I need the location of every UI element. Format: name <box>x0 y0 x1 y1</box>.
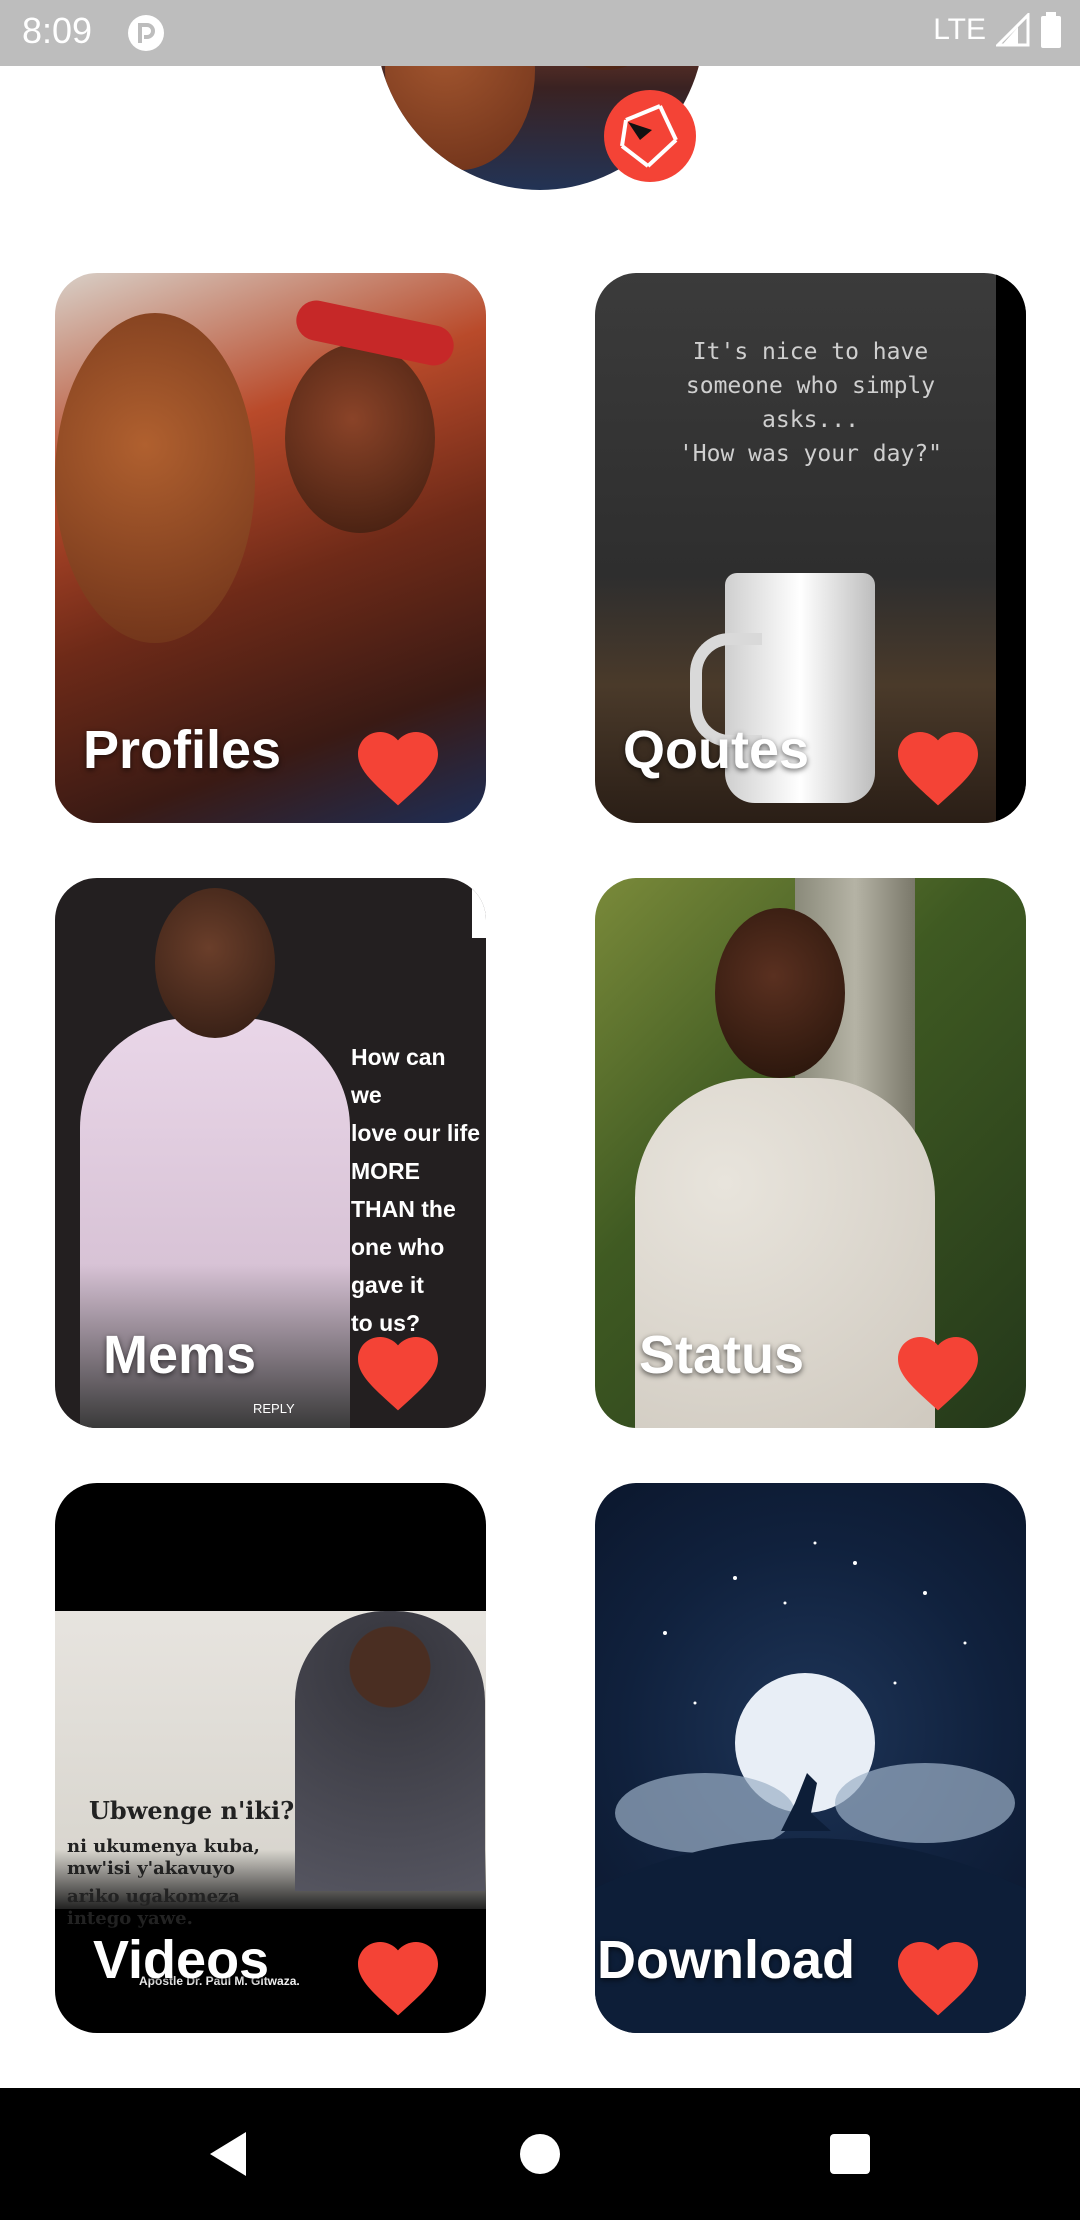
card-videos[interactable]: Ubwenge n'iki? ni ukumenya kuba, mw'isi … <box>55 1483 486 2033</box>
home-icon[interactable] <box>512 2126 568 2182</box>
card-label: Profiles <box>83 720 282 780</box>
videos-thumbnail: Ubwenge n'iki? ni ukumenya kuba, mw'isi … <box>55 1611 486 1988</box>
card-label: Videos <box>93 1930 270 1990</box>
heart-icon[interactable] <box>350 1324 446 1414</box>
promo-title: Ubwenge n'iki? <box>89 1796 295 1825</box>
meme-text: How can we love our life MORE THAN the o… <box>351 1044 481 1336</box>
card-label: Qoutes <box>623 720 810 780</box>
battery-icon <box>1041 12 1061 48</box>
heart-icon[interactable] <box>890 1324 986 1414</box>
navigation-bar <box>0 2088 1080 2220</box>
quote-text: It's nice to have someone who simply ask… <box>678 339 943 467</box>
card-status[interactable]: Status <box>595 878 1026 1428</box>
status-time: 8:09 <box>22 10 93 51</box>
heart-icon[interactable] <box>350 1929 446 2019</box>
card-label: Status <box>639 1325 805 1385</box>
card-mems[interactable]: How can we love our life MORE THAN the o… <box>55 878 486 1428</box>
network-type: LTE <box>933 13 986 46</box>
signal-icon <box>996 13 1030 47</box>
mems-image-head <box>155 888 275 1038</box>
card-edge <box>996 273 1026 823</box>
back-icon[interactable] <box>200 2126 256 2182</box>
heart-icon[interactable] <box>890 1929 986 2019</box>
card-download[interactable]: Download <box>595 1483 1026 2033</box>
status-image-head <box>715 908 845 1078</box>
heart-icon[interactable] <box>890 719 986 809</box>
app-notification-icon <box>128 15 164 51</box>
status-bar: 8:09 LTE <box>0 0 1080 66</box>
heart-icon[interactable] <box>350 719 446 809</box>
meme-reply: REPLY <box>253 1401 295 1416</box>
promo-text: ni ukumenya kuba, mw'isi y'akavuyo ariko… <box>67 1836 260 1929</box>
card-corner <box>472 878 486 938</box>
camera-shutter-icon[interactable] <box>604 90 696 182</box>
card-label: Mems <box>103 1325 257 1385</box>
profiles-image-face <box>285 343 435 533</box>
profiles-image <box>55 313 255 643</box>
card-label: Download <box>597 1930 855 1990</box>
speaker-image <box>295 1611 485 1891</box>
card-quotes[interactable]: It's nice to have someone who simply ask… <box>595 273 1026 823</box>
card-profiles[interactable]: Profiles <box>55 273 486 823</box>
recents-icon[interactable] <box>822 2126 878 2182</box>
